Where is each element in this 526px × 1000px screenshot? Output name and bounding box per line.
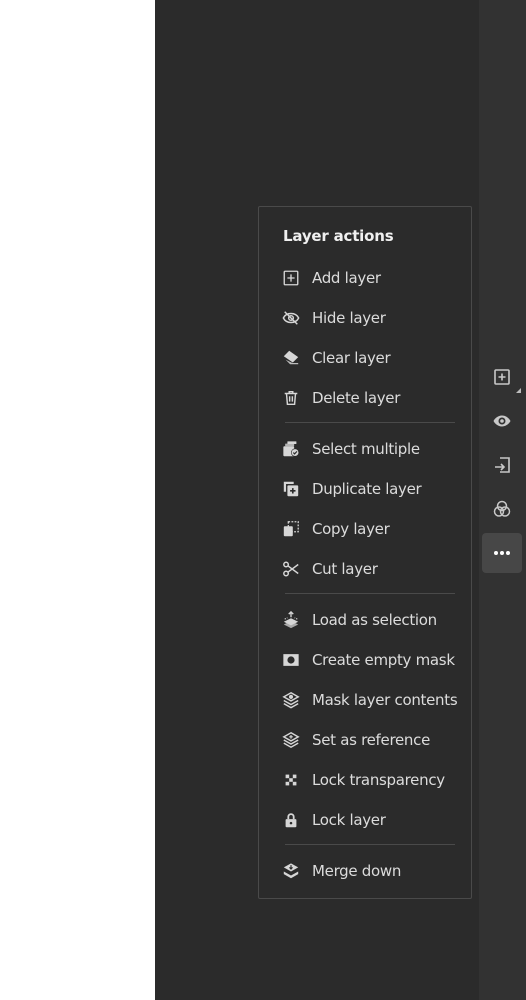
lock-icon [281,810,301,830]
menu-item-label: Lock transparency [312,771,445,789]
menu-item-merge-down[interactable]: Merge down [259,853,471,889]
duplicate-icon [281,479,301,499]
load-selection-icon [281,610,301,630]
insert-icon [492,455,512,475]
add-layer-icon [281,268,301,288]
menu-item-hide-layer[interactable]: Hide layer [259,300,471,336]
menu-item-copy-layer[interactable]: Copy layer [259,511,471,547]
menu-item-label: Set as reference [312,731,430,749]
checker-icon [281,770,301,790]
menu-item-label: Hide layer [312,309,386,327]
eye-icon [492,411,512,431]
rail-add-layer-button[interactable] [482,357,522,397]
menu-divider [285,422,455,423]
menu-divider [285,844,455,845]
menu-item-label: Mask layer contents [312,691,458,709]
menu-item-create-empty-mask[interactable]: Create empty mask [259,642,471,678]
rail-more-button[interactable] [482,533,522,573]
menu-item-label: Duplicate layer [312,480,422,498]
menu-item-set-as-reference[interactable]: Set as reference [259,722,471,758]
menu-title: Layer actions [283,227,394,245]
menu-item-label: Cut layer [312,560,378,578]
menu-item-add-layer[interactable]: Add layer [259,260,471,296]
menu-item-label: Merge down [312,862,402,880]
select-multiple-icon [281,439,301,459]
menu-item-label: Lock layer [312,811,386,829]
mask-icon [281,650,301,670]
menu-item-lock-layer[interactable]: Lock layer [259,802,471,838]
menu-item-duplicate-layer[interactable]: Duplicate layer [259,471,471,507]
menu-item-label: Create empty mask [312,651,455,669]
menu-divider [285,593,455,594]
menu-item-load-as-selection[interactable]: Load as selection [259,602,471,638]
merge-down-icon [281,861,301,881]
menu-item-delete-layer[interactable]: Delete layer [259,380,471,416]
rail-visibility-button[interactable] [482,401,522,441]
copy-icon [281,519,301,539]
reference-icon [281,730,301,750]
trash-icon [281,388,301,408]
menu-item-clear-layer[interactable]: Clear layer [259,340,471,376]
mask-contents-icon [281,690,301,710]
hide-icon [281,308,301,328]
menu-item-label: Load as selection [312,611,437,629]
canvas-area[interactable] [0,0,155,1000]
rail-blend-button[interactable] [482,489,522,529]
scissors-icon [281,559,301,579]
menu-item-label: Copy layer [312,520,390,538]
menu-item-label: Clear layer [312,349,391,367]
more-icon [492,543,512,563]
menu-item-label: Delete layer [312,389,401,407]
rail-insert-button[interactable] [482,445,522,485]
layer-actions-menu: Layer actions Add layer Hide layer Clear… [258,206,472,899]
blend-modes-icon [492,499,512,519]
menu-item-select-multiple[interactable]: Select multiple [259,431,471,467]
menu-item-mask-layer-contents[interactable]: Mask layer contents [259,682,471,718]
menu-item-label: Add layer [312,269,381,287]
add-layer-icon [492,367,512,387]
menu-item-label: Select multiple [312,440,420,458]
menu-item-lock-transparency[interactable]: Lock transparency [259,762,471,798]
eraser-icon [281,348,301,368]
dropdown-corner-icon [516,388,521,393]
menu-item-cut-layer[interactable]: Cut layer [259,551,471,587]
